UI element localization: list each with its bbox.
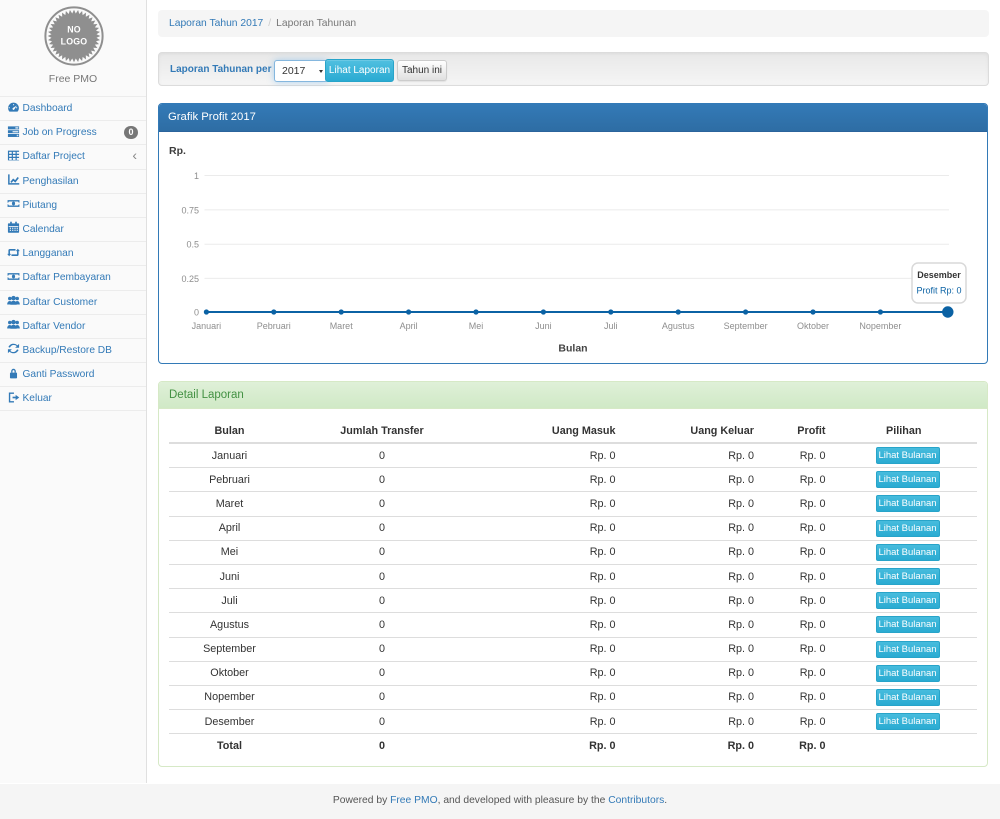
svg-text:April: April (400, 321, 418, 331)
svg-text:Nopember: Nopember (859, 321, 901, 331)
svg-text:September: September (724, 321, 768, 331)
svg-text:Juni: Juni (535, 321, 552, 331)
svg-text:Desember: Desember (917, 270, 961, 280)
svg-text:NO: NO (67, 25, 81, 35)
svg-text:Profit Rp: 0: Profit Rp: 0 (916, 286, 961, 296)
svg-text:Januari: Januari (192, 321, 222, 331)
svg-text:Mei: Mei (469, 321, 484, 331)
svg-text:Agustus: Agustus (662, 321, 695, 331)
svg-text:LOGO: LOGO (61, 37, 88, 47)
svg-text:Maret: Maret (330, 321, 354, 331)
svg-text:Juli: Juli (604, 321, 618, 331)
svg-text:0.75: 0.75 (181, 205, 199, 215)
svg-text:1: 1 (194, 171, 199, 181)
svg-text:Oktober: Oktober (797, 321, 829, 331)
svg-text:Rp.: Rp. (169, 145, 186, 157)
svg-text:Bulan: Bulan (558, 343, 587, 355)
svg-text:Pebruari: Pebruari (257, 321, 291, 331)
svg-text:0.25: 0.25 (181, 274, 199, 284)
svg-text:0: 0 (194, 308, 199, 318)
svg-text:0.5: 0.5 (186, 240, 199, 250)
